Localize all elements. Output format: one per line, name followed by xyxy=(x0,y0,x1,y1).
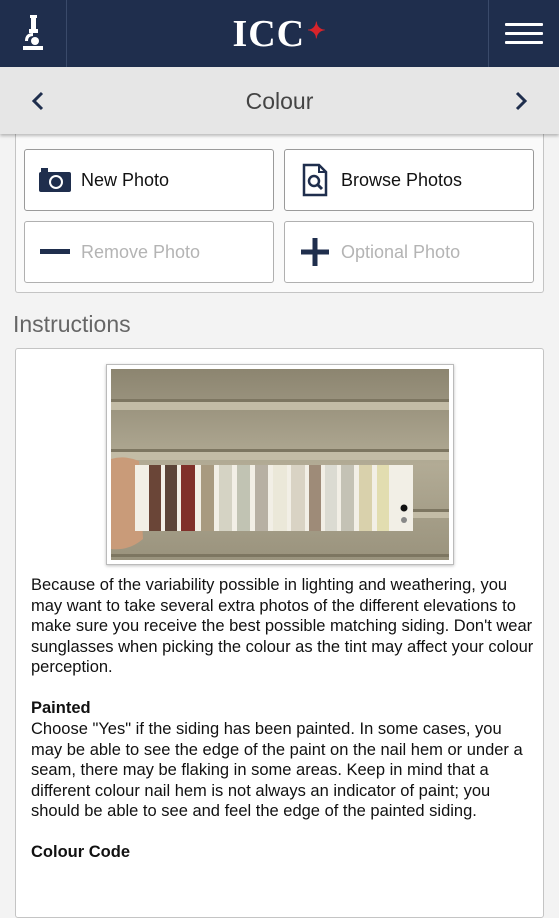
camera-icon xyxy=(31,150,79,210)
optional-photo-label: Optional Photo xyxy=(341,241,461,262)
page-title: Colour xyxy=(245,88,314,114)
next-button[interactable] xyxy=(501,81,541,121)
instructions-heading: Instructions xyxy=(13,311,131,337)
browse-photos-button[interactable]: Browse Photos xyxy=(284,149,534,211)
instructions-body: Because of the variability possible in l… xyxy=(31,575,536,863)
browse-photos-label: Browse Photos xyxy=(341,169,463,190)
remove-photo-label: Remove Photo xyxy=(81,241,201,262)
colour-swatch-photo xyxy=(106,364,454,565)
optional-photo-button[interactable]: Optional Photo xyxy=(284,221,534,283)
file-search-icon xyxy=(291,150,339,210)
plus-icon xyxy=(291,222,339,282)
logo-text: ICC xyxy=(232,13,306,55)
menu-icon xyxy=(505,17,543,50)
colour-code-title: Colour Code xyxy=(31,842,130,861)
painted-text: Choose "Yes" if the siding has been pain… xyxy=(31,720,523,820)
app-header: ICC✦ xyxy=(0,0,559,67)
photo-actions-panel: New Photo Browse Photos Remove Photo Opt… xyxy=(15,134,544,293)
instructions-card: Because of the variability possible in l… xyxy=(15,348,544,918)
instructions-intro: Because of the variability possible in l… xyxy=(31,576,534,676)
chevron-right-icon xyxy=(515,91,528,111)
remove-photo-button[interactable]: Remove Photo xyxy=(24,221,274,283)
section-navbar: Colour xyxy=(0,67,559,134)
maple-leaf-icon: ✦ xyxy=(307,18,327,43)
menu-button[interactable] xyxy=(488,0,559,67)
new-photo-label: New Photo xyxy=(81,169,170,190)
painted-title: Painted xyxy=(31,698,91,717)
minus-icon xyxy=(31,222,79,282)
new-photo-button[interactable]: New Photo xyxy=(24,149,274,211)
icc-logo: ICC✦ xyxy=(0,12,559,56)
